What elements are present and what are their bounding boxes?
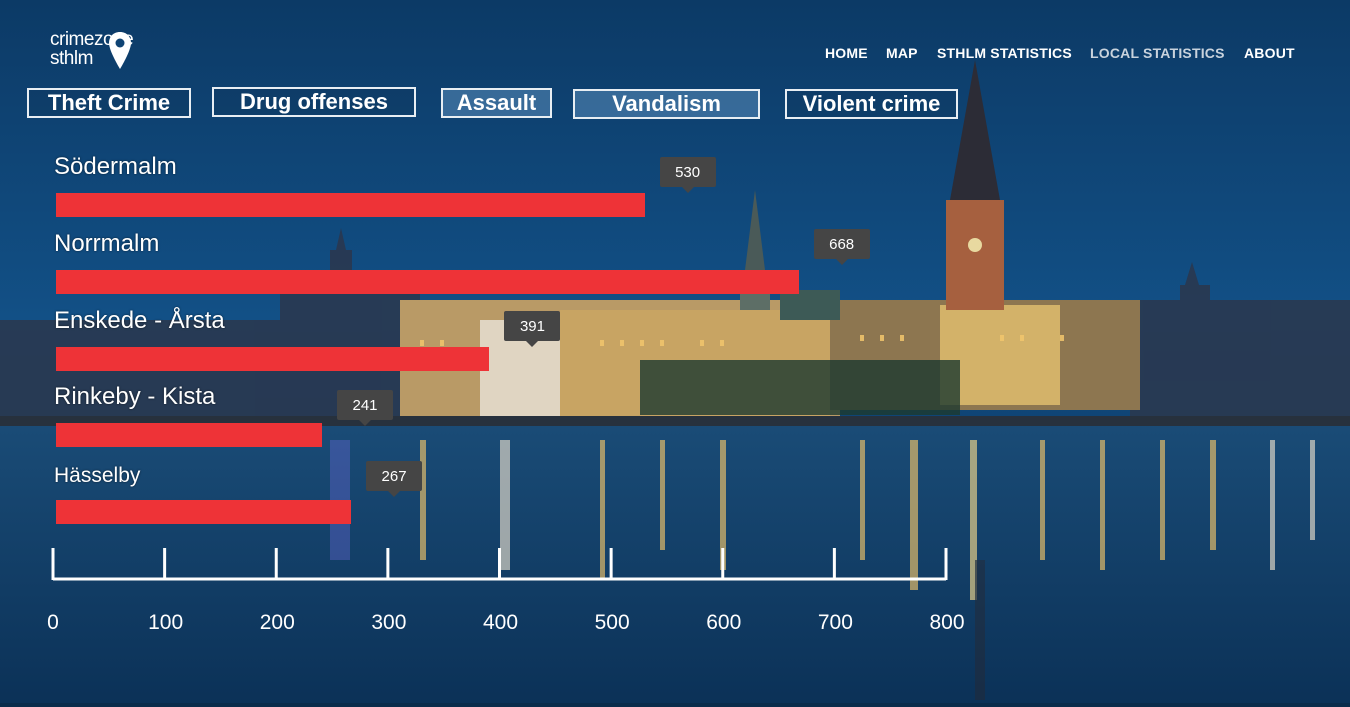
- bottom-border: [0, 703, 1350, 707]
- category-drug-offenses-button[interactable]: Drug offenses: [212, 87, 416, 117]
- bar-hasselby[interactable]: [56, 500, 352, 524]
- bar-enskede-arsta[interactable]: [56, 347, 490, 371]
- category-violent-crime-button[interactable]: Violent crime: [785, 89, 958, 119]
- nav-local-statistics[interactable]: LOCAL STATISTICS: [1090, 45, 1225, 61]
- value-tooltip-hasselby: 267: [366, 461, 423, 497]
- district-label-sodermalm: Södermalm: [54, 153, 177, 180]
- district-label-norrmalm: Norrmalm: [54, 230, 160, 257]
- nav-map[interactable]: MAP: [886, 45, 918, 61]
- value-tooltip-norrmalm: 668: [813, 229, 870, 265]
- category-assault-button[interactable]: Assault: [441, 88, 552, 118]
- nav-about[interactable]: ABOUT: [1244, 45, 1295, 61]
- category-vandalism-button[interactable]: Vandalism: [573, 89, 760, 119]
- category-theft-crime-button[interactable]: Theft Crime: [27, 88, 191, 118]
- bar-sodermalm[interactable]: [56, 193, 645, 217]
- district-label-enskede-arsta: Enskede - Årsta: [54, 307, 225, 334]
- bar-norrmalm[interactable]: [56, 270, 799, 294]
- bar-rinkeby-kista[interactable]: [56, 423, 323, 447]
- main-nav: HOME MAP STHLM STATISTICS LOCAL STATISTI…: [0, 45, 1350, 65]
- value-tooltip-rinkeby-kista: 241: [337, 390, 394, 426]
- nav-sthlm-statistics[interactable]: STHLM STATISTICS: [937, 45, 1072, 61]
- value-tooltip-enskede-arsta: 391: [504, 311, 561, 347]
- value-tooltip-sodermalm: 530: [659, 157, 716, 193]
- district-label-hasselby: Hässelby: [54, 464, 141, 487]
- district-label-rinkeby-kista: Rinkeby - Kista: [54, 383, 216, 410]
- nav-home[interactable]: HOME: [825, 45, 868, 61]
